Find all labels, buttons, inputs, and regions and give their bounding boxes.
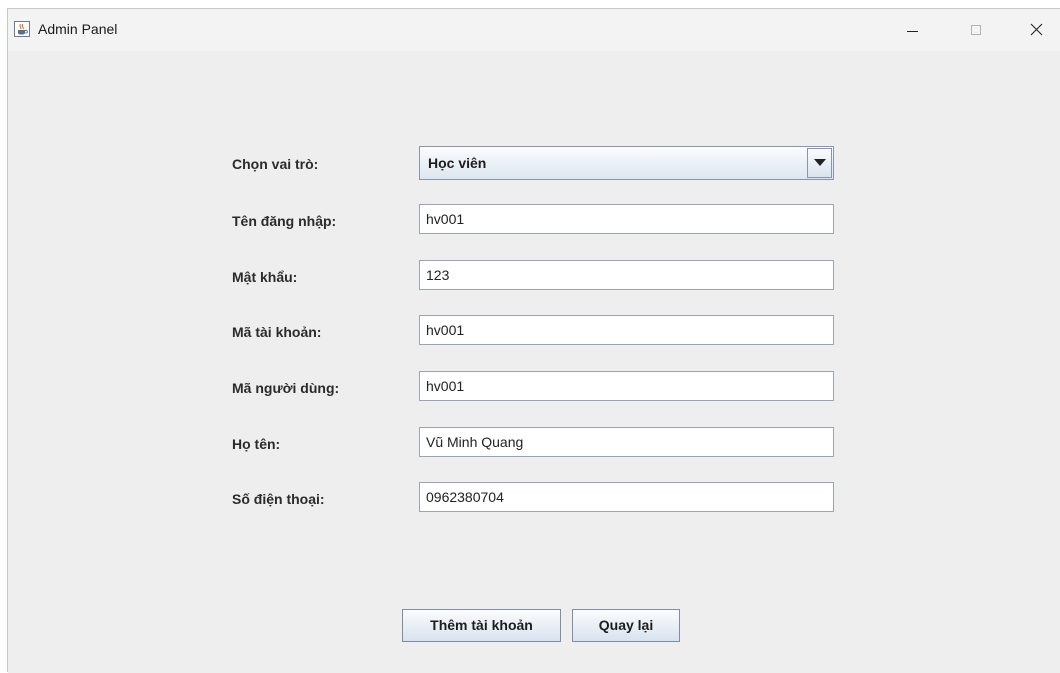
back-button[interactable]: Quay lại: [572, 609, 680, 642]
phone-label: Số điện thoại:: [232, 491, 325, 507]
account-id-label: Mã tài khoản:: [232, 324, 322, 340]
java-cup-icon: [14, 21, 30, 37]
full-name-field[interactable]: [419, 427, 834, 457]
add-account-button[interactable]: Thêm tài khoản: [402, 609, 561, 642]
chevron-down-icon: [814, 159, 826, 166]
form-panel: Chọn vai trò: Học viên Tên đăng nhập: Mậ…: [8, 51, 1060, 673]
maximize-icon: [971, 25, 981, 35]
minimize-icon: [907, 31, 918, 32]
username-field[interactable]: [419, 204, 834, 234]
close-button[interactable]: [1013, 9, 1059, 51]
password-field[interactable]: [419, 260, 834, 290]
window-title: Admin Panel: [38, 21, 118, 37]
admin-panel-window: Admin Panel Chọn vai trò: Học viên Tên đ…: [7, 8, 1060, 673]
role-selected-value: Học viên: [428, 155, 487, 171]
phone-field[interactable]: [419, 482, 834, 512]
role-combobox[interactable]: Học viên: [419, 146, 834, 180]
password-label: Mật khẩu:: [232, 269, 298, 285]
full-name-label: Họ tên:: [232, 436, 281, 452]
combo-dropdown-button[interactable]: [807, 148, 832, 178]
account-id-field[interactable]: [419, 315, 834, 345]
role-label: Chọn vai trò:: [232, 156, 319, 172]
username-label: Tên đăng nhập:: [232, 213, 337, 229]
maximize-button[interactable]: [953, 9, 999, 51]
minimize-button[interactable]: [889, 9, 935, 51]
close-icon: [1030, 23, 1043, 36]
user-id-field[interactable]: [419, 371, 834, 401]
title-bar[interactable]: Admin Panel: [8, 9, 1060, 51]
user-id-label: Mã người dùng:: [232, 380, 340, 396]
